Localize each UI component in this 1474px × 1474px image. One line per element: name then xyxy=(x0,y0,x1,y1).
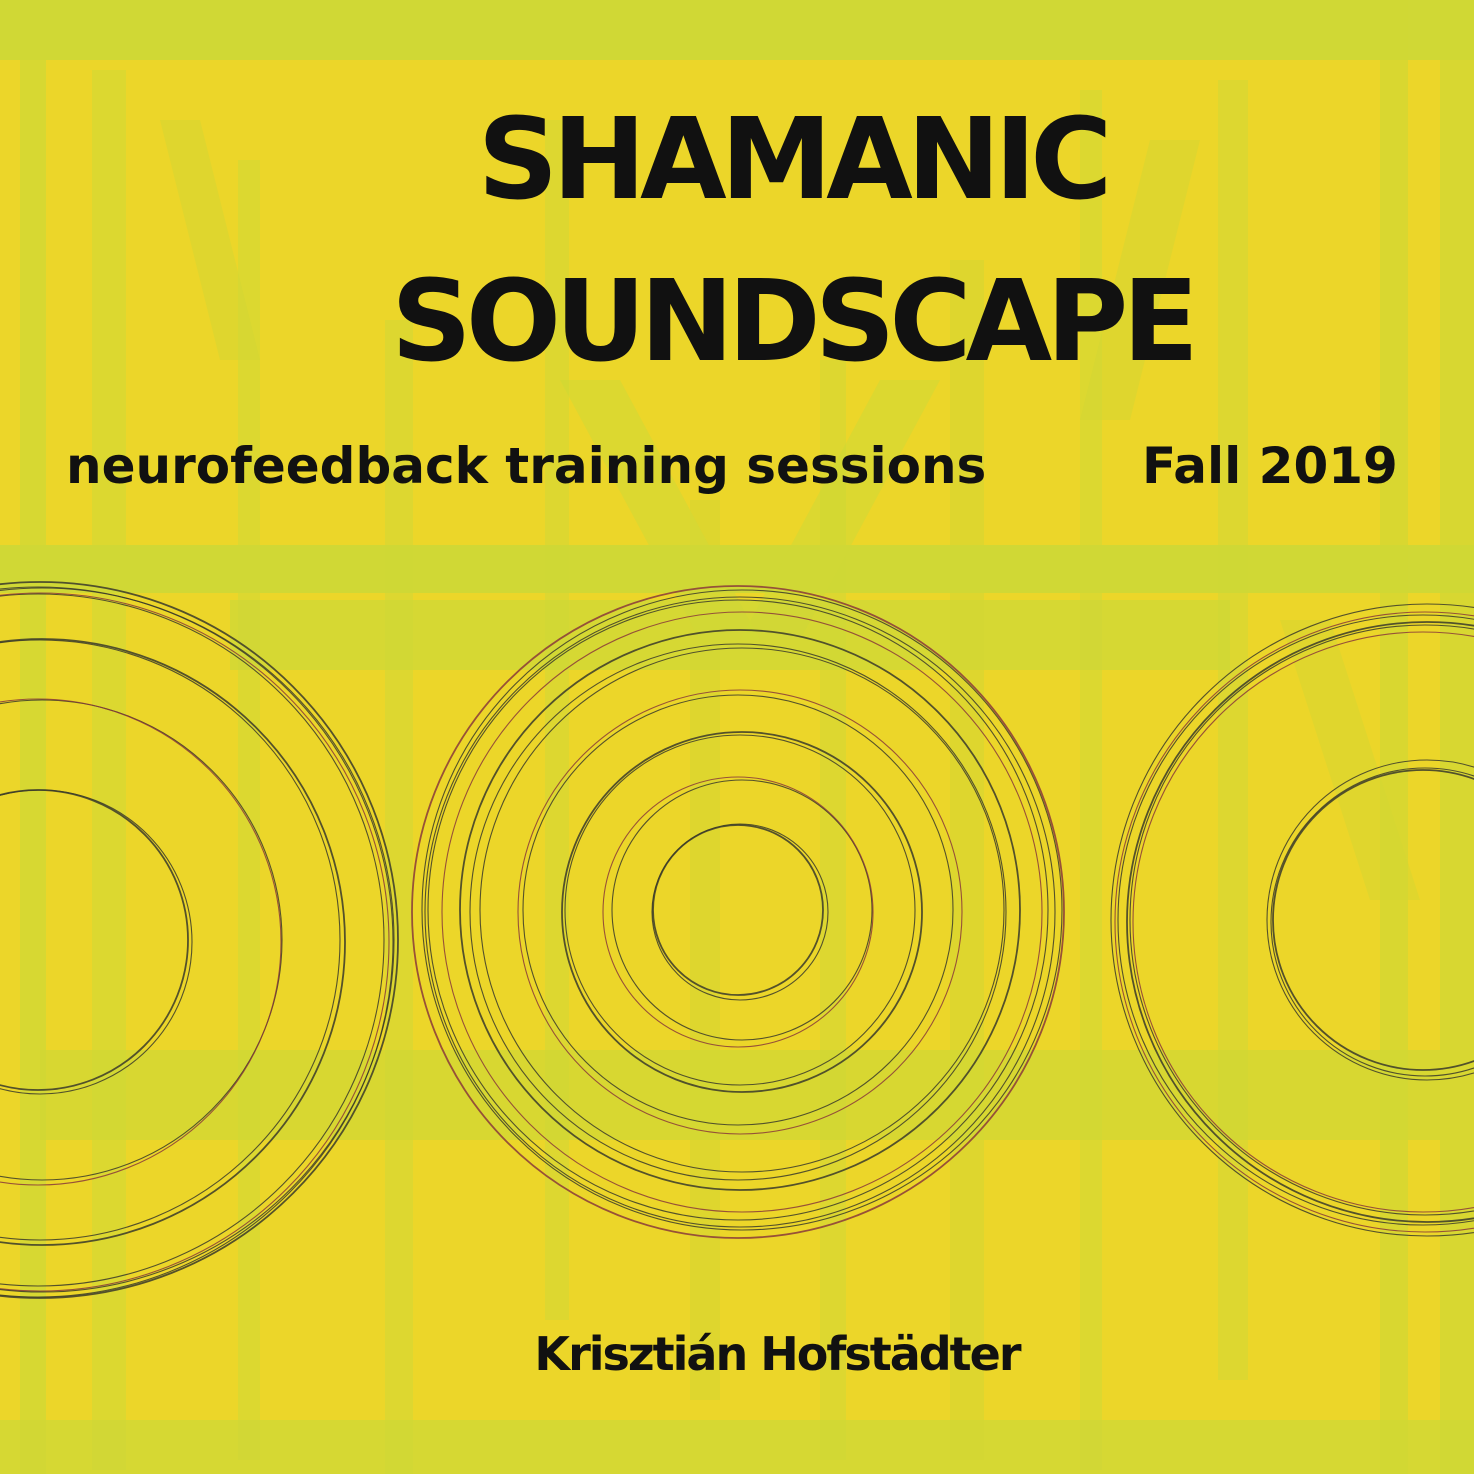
author-name: Krisztián Hofstädter xyxy=(534,1327,1021,1381)
brush-band xyxy=(0,0,1474,60)
title-line-1: SHAMANIC xyxy=(477,95,1113,225)
brush-band xyxy=(0,1420,1474,1474)
brush-drip xyxy=(1380,0,1408,1474)
season-label: Fall 2019 xyxy=(1142,437,1398,495)
brush-drip xyxy=(20,0,46,1474)
subtitle: neurofeedback training sessions xyxy=(66,437,987,495)
brush-drip xyxy=(1440,0,1474,1474)
album-cover: SHAMANIC SOUNDSCAPE neurofeedback traini… xyxy=(0,0,1474,1474)
title-line-2: SOUNDSCAPE xyxy=(391,257,1199,387)
